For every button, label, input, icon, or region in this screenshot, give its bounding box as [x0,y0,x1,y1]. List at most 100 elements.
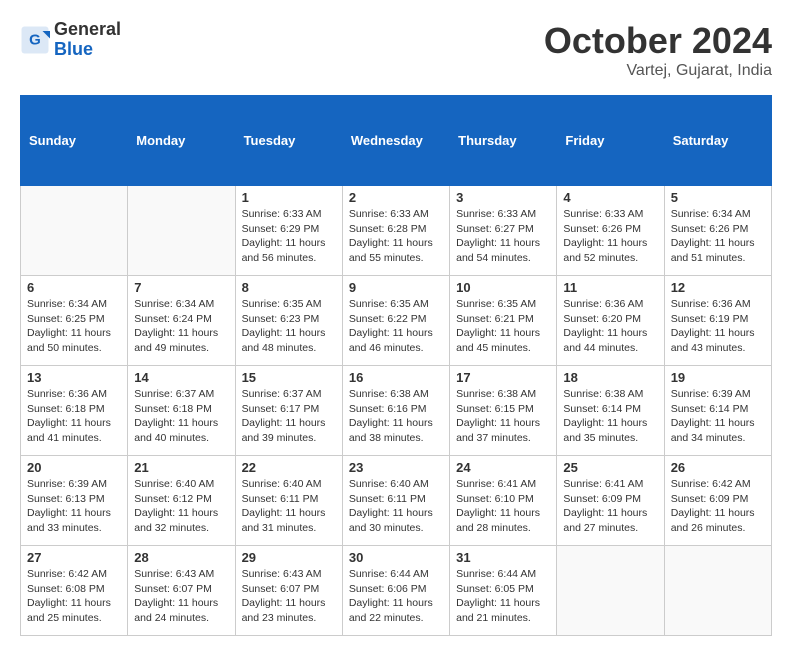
day-info: Sunrise: 6:41 AM Sunset: 6:10 PM Dayligh… [456,477,550,536]
calendar-cell: 21 Sunrise: 6:40 AM Sunset: 6:12 PM Dayli… [128,456,235,546]
calendar-week-row: 27Sunrise: 6:42 AM Sunset: 6:08 PM Dayli… [21,546,772,636]
day-number: 29 [242,550,336,565]
calendar-cell: 3Sunrise: 6:33 AM Sunset: 6:27 PM Daylig… [450,186,557,276]
calendar-cell: 11 Sunrise: 6:36 AM Sunset: 6:20 PM Dayli… [557,276,664,366]
calendar-cell: 29 Sunrise: 6:43 AM Sunset: 6:07 PM Dayli… [235,546,342,636]
calendar-cell: 26 Sunrise: 6:42 AM Sunset: 6:09 PM Dayli… [664,456,771,546]
day-info: Sunrise: 6:37 AM Sunset: 6:17 PM Dayligh… [242,387,336,446]
day-info: Sunrise: 6:39 AM Sunset: 6:14 PM Dayligh… [671,387,765,446]
calendar-day-header: Wednesday [342,96,449,186]
day-number: 7 [134,280,228,295]
day-number: 9 [349,280,443,295]
day-info: Sunrise: 6:38 AM Sunset: 6:14 PM Dayligh… [563,387,657,446]
calendar-cell: 7 Sunrise: 6:34 AM Sunset: 6:24 PM Daylig… [128,276,235,366]
calendar-cell: 6 Sunrise: 6:34 AM Sunset: 6:25 PM Daylig… [21,276,128,366]
day-number: 19 [671,370,765,385]
day-info: Sunrise: 6:33 AM Sunset: 6:26 PM Dayligh… [563,207,657,266]
logo: G General Blue [20,20,121,60]
day-number: 11 [563,280,657,295]
day-info: Sunrise: 6:35 AM Sunset: 6:22 PM Dayligh… [349,297,443,356]
calendar-cell: 9 Sunrise: 6:35 AM Sunset: 6:22 PM Daylig… [342,276,449,366]
day-number: 21 [134,460,228,475]
day-info: Sunrise: 6:33 AM Sunset: 6:28 PM Dayligh… [349,207,443,266]
calendar-cell: 4 Sunrise: 6:33 AM Sunset: 6:26 PM Daylig… [557,186,664,276]
calendar-cell: 2Sunrise: 6:33 AM Sunset: 6:28 PM Daylig… [342,186,449,276]
calendar-cell: 23 Sunrise: 6:40 AM Sunset: 6:11 PM Dayli… [342,456,449,546]
day-number: 1 [242,190,336,205]
month-title: October 2024 [544,20,772,62]
calendar-day-header: Saturday [664,96,771,186]
svg-text:G: G [29,31,41,48]
day-number: 16 [349,370,443,385]
day-number: 24 [456,460,550,475]
day-number: 26 [671,460,765,475]
logo-general: General [54,20,121,40]
day-info: Sunrise: 6:37 AM Sunset: 6:18 PM Dayligh… [134,387,228,446]
day-number: 14 [134,370,228,385]
day-info: Sunrise: 6:44 AM Sunset: 6:06 PM Dayligh… [349,567,443,626]
day-info: Sunrise: 6:36 AM Sunset: 6:18 PM Dayligh… [27,387,121,446]
day-number: 22 [242,460,336,475]
calendar-cell: 12 Sunrise: 6:36 AM Sunset: 6:19 PM Dayli… [664,276,771,366]
day-number: 18 [563,370,657,385]
calendar-cell: 8 Sunrise: 6:35 AM Sunset: 6:23 PM Daylig… [235,276,342,366]
day-info: Sunrise: 6:34 AM Sunset: 6:25 PM Dayligh… [27,297,121,356]
day-number: 8 [242,280,336,295]
day-number: 12 [671,280,765,295]
calendar-cell: 18 Sunrise: 6:38 AM Sunset: 6:14 PM Dayli… [557,366,664,456]
day-number: 3 [456,190,550,205]
logo-icon: G [20,25,50,55]
calendar-cell: 16 Sunrise: 6:38 AM Sunset: 6:16 PM Dayli… [342,366,449,456]
day-info: Sunrise: 6:36 AM Sunset: 6:20 PM Dayligh… [563,297,657,356]
logo-blue: Blue [54,40,121,60]
calendar-day-header: Monday [128,96,235,186]
day-info: Sunrise: 6:36 AM Sunset: 6:19 PM Dayligh… [671,297,765,356]
day-info: Sunrise: 6:34 AM Sunset: 6:24 PM Dayligh… [134,297,228,356]
logo-text: General Blue [54,20,121,60]
calendar-day-header: Friday [557,96,664,186]
page-header: G General Blue October 2024 Vartej, Guja… [20,20,772,80]
calendar-cell: 31 Sunrise: 6:44 AM Sunset: 6:05 PM Dayli… [450,546,557,636]
day-number: 13 [27,370,121,385]
calendar-week-row: 1Sunrise: 6:33 AM Sunset: 6:29 PM Daylig… [21,186,772,276]
day-info: Sunrise: 6:43 AM Sunset: 6:07 PM Dayligh… [134,567,228,626]
calendar-cell: 17Sunrise: 6:38 AM Sunset: 6:15 PM Dayli… [450,366,557,456]
day-number: 23 [349,460,443,475]
calendar-cell [557,546,664,636]
calendar-cell: 13 Sunrise: 6:36 AM Sunset: 6:18 PM Dayli… [21,366,128,456]
calendar-header-row: SundayMondayTuesdayWednesdayThursdayFrid… [21,96,772,186]
day-info: Sunrise: 6:43 AM Sunset: 6:07 PM Dayligh… [242,567,336,626]
day-number: 6 [27,280,121,295]
calendar-cell [664,546,771,636]
day-number: 25 [563,460,657,475]
calendar-week-row: 13 Sunrise: 6:36 AM Sunset: 6:18 PM Dayli… [21,366,772,456]
calendar-day-header: Tuesday [235,96,342,186]
day-info: Sunrise: 6:40 AM Sunset: 6:11 PM Dayligh… [349,477,443,536]
calendar-cell: 14 Sunrise: 6:37 AM Sunset: 6:18 PM Dayli… [128,366,235,456]
calendar-cell: 19 Sunrise: 6:39 AM Sunset: 6:14 PM Dayli… [664,366,771,456]
calendar-cell: 27Sunrise: 6:42 AM Sunset: 6:08 PM Dayli… [21,546,128,636]
day-number: 27 [27,550,121,565]
day-info: Sunrise: 6:40 AM Sunset: 6:12 PM Dayligh… [134,477,228,536]
calendar-cell: 1Sunrise: 6:33 AM Sunset: 6:29 PM Daylig… [235,186,342,276]
day-number: 20 [27,460,121,475]
calendar-cell: 28 Sunrise: 6:43 AM Sunset: 6:07 PM Dayli… [128,546,235,636]
day-info: Sunrise: 6:38 AM Sunset: 6:16 PM Dayligh… [349,387,443,446]
day-number: 28 [134,550,228,565]
day-number: 31 [456,550,550,565]
day-info: Sunrise: 6:44 AM Sunset: 6:05 PM Dayligh… [456,567,550,626]
day-number: 4 [563,190,657,205]
day-info: Sunrise: 6:42 AM Sunset: 6:09 PM Dayligh… [671,477,765,536]
calendar-cell: 5Sunrise: 6:34 AM Sunset: 6:26 PM Daylig… [664,186,771,276]
day-info: Sunrise: 6:35 AM Sunset: 6:23 PM Dayligh… [242,297,336,356]
calendar-cell: 24 Sunrise: 6:41 AM Sunset: 6:10 PM Dayli… [450,456,557,546]
day-info: Sunrise: 6:40 AM Sunset: 6:11 PM Dayligh… [242,477,336,536]
calendar-table: SundayMondayTuesdayWednesdayThursdayFrid… [20,95,772,636]
calendar-cell: 22 Sunrise: 6:40 AM Sunset: 6:11 PM Dayli… [235,456,342,546]
calendar-cell: 25Sunrise: 6:41 AM Sunset: 6:09 PM Dayli… [557,456,664,546]
calendar-week-row: 6 Sunrise: 6:34 AM Sunset: 6:25 PM Daylig… [21,276,772,366]
calendar-cell: 20Sunrise: 6:39 AM Sunset: 6:13 PM Dayli… [21,456,128,546]
day-number: 5 [671,190,765,205]
calendar-cell: 15Sunrise: 6:37 AM Sunset: 6:17 PM Dayli… [235,366,342,456]
title-area: October 2024 Vartej, Gujarat, India [544,20,772,80]
